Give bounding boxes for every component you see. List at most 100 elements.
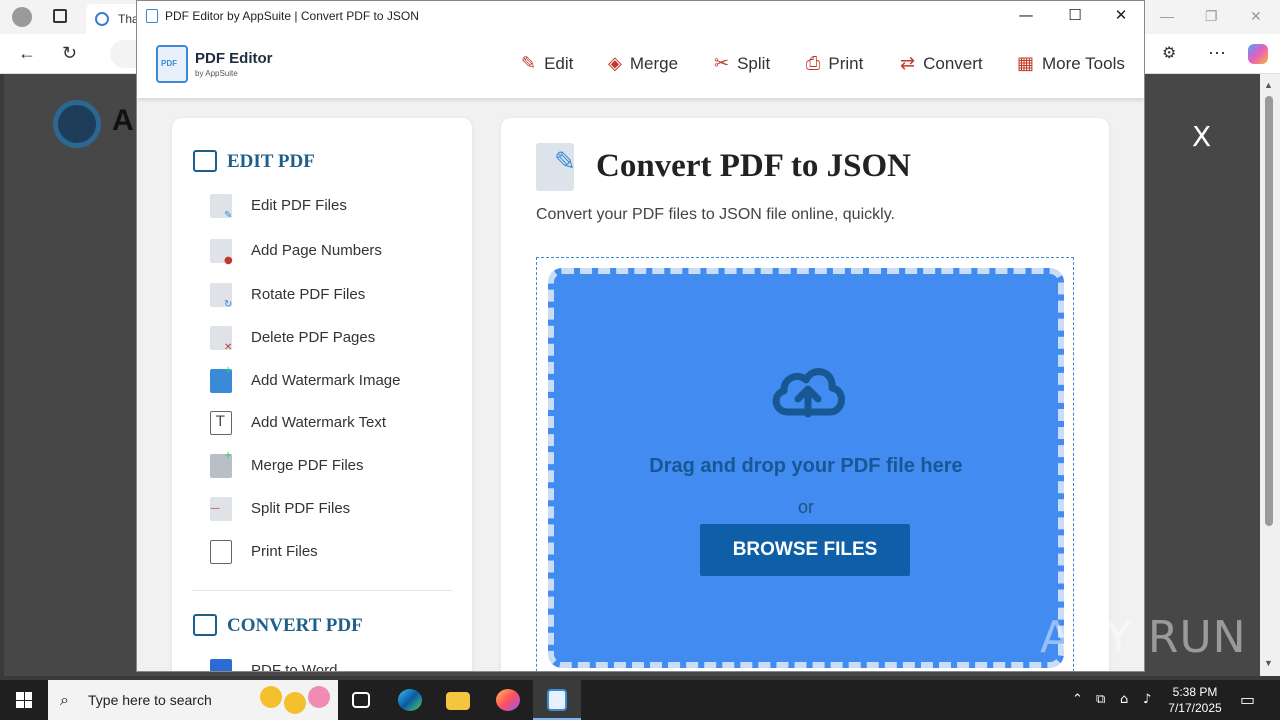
taskbar-pdf-editor[interactable] xyxy=(533,680,581,720)
task-view-icon xyxy=(352,692,370,708)
maximize-button[interactable]: ☐ xyxy=(1055,6,1095,28)
sidebar-item-split-pdf[interactable]: — Split PDF Files xyxy=(210,494,450,524)
sidebar-item-label: Split PDF Files xyxy=(251,500,351,517)
pdf-editor-icon xyxy=(547,689,567,711)
firefox-icon xyxy=(496,689,520,711)
window-titlebar: PDF Editor by AppSuite | Convert PDF to … xyxy=(137,1,1144,31)
watermark-text-icon: T xyxy=(210,411,232,435)
sidebar-item-label: Add Watermark Image xyxy=(251,372,401,389)
sidebar-item-add-page-numbers[interactable]: ● Add Page Numbers xyxy=(210,236,450,266)
search-placeholder: Type here to search xyxy=(88,692,212,708)
sidebar-item-label: Print Files xyxy=(251,543,318,560)
page-subtitle: Convert your PDF files to JSON file onli… xyxy=(536,206,895,223)
sidebar-item-watermark-text[interactable]: T Add Watermark Text xyxy=(210,408,450,438)
start-button[interactable] xyxy=(0,680,48,720)
browser-restore-icon[interactable]: ❐ xyxy=(1205,8,1218,25)
tools-sidebar: EDIT PDF ✎ Edit PDF Files ● Add Page Num… xyxy=(172,118,472,672)
browser-menu-icon[interactable]: ⋯ xyxy=(1208,43,1226,64)
nav-convert[interactable]: ⇄ Convert xyxy=(900,53,983,74)
merge-files-icon: + xyxy=(210,450,232,478)
browser-close-icon[interactable]: ✕ xyxy=(1250,8,1262,25)
nav-merge[interactable]: ◈ Merge xyxy=(608,53,678,74)
taskbar-search[interactable]: ⌕ Type here to search xyxy=(48,680,338,720)
page-title: Convert PDF to JSON xyxy=(596,148,911,184)
windows-logo-icon xyxy=(16,692,32,708)
convert-section-icon xyxy=(193,614,217,636)
extensions-icon[interactable]: ⚙ xyxy=(1162,43,1176,63)
converter-panel: ✎ Convert PDF to JSON Convert your PDF f… xyxy=(501,118,1109,671)
tray-chevron-icon[interactable]: ⌃ xyxy=(1072,692,1083,707)
app-window-icon xyxy=(146,9,158,23)
word-file-icon xyxy=(210,659,232,671)
sidebar-item-watermark-image[interactable]: + Add Watermark Image xyxy=(210,365,450,396)
tab-actions-icon[interactable] xyxy=(53,9,67,23)
taskbar-edge[interactable] xyxy=(386,680,434,720)
copilot-icon[interactable] xyxy=(1248,44,1268,64)
sidebar-item-edit-pdf[interactable]: ✎ Edit PDF Files xyxy=(210,191,450,221)
sidebar-item-label: Merge PDF Files xyxy=(251,457,364,474)
brand-name[interactable]: PDF Editor xyxy=(195,50,273,67)
taskbar-file-explorer[interactable] xyxy=(434,680,482,720)
sidebar-item-merge-pdf[interactable]: + Merge PDF Files xyxy=(210,450,450,481)
sidebar-item-delete-pages[interactable]: ✕ Delete PDF Pages xyxy=(210,323,450,353)
emoji-icon xyxy=(260,686,282,708)
sidebar-item-rotate-pdf[interactable]: ↻ Rotate PDF Files xyxy=(210,280,450,310)
taskbar: ⌕ Type here to search ⌃ ⧉ ⌂ ♪ 5:38 PM 7/… xyxy=(0,680,1280,720)
network-icon[interactable]: ⧉ xyxy=(1096,692,1105,707)
layers-icon: ◈ xyxy=(608,53,622,74)
minimize-button[interactable]: — xyxy=(1006,6,1046,28)
page-logo-icon xyxy=(53,100,101,148)
brand-subtitle: by AppSuite xyxy=(195,69,238,78)
search-icon: ⌕ xyxy=(60,690,69,709)
app-header: PDF PDF Editor by AppSuite ✎ Edit ◈ Merg… xyxy=(137,31,1144,98)
system-clock[interactable]: 5:38 PM 7/17/2025 xyxy=(1160,684,1230,716)
edit-section-title: EDIT PDF xyxy=(227,151,315,172)
pdf-logo-icon[interactable]: PDF xyxy=(156,45,188,83)
anyrun-watermark: ANY RUN xyxy=(1040,612,1247,663)
pencil-icon: ✎ xyxy=(521,53,537,74)
page-numbers-icon: ● xyxy=(210,239,233,266)
profile-avatar[interactable] xyxy=(12,7,32,27)
window-title: PDF Editor by AppSuite | Convert PDF to … xyxy=(165,9,419,23)
sidebar-item-label: Rotate PDF Files xyxy=(251,286,366,303)
notifications-icon[interactable]: ▭ xyxy=(1240,690,1255,709)
task-view-button[interactable] xyxy=(338,680,386,720)
print-files-icon xyxy=(210,540,232,564)
sidebar-item-label: PDF to Word xyxy=(251,662,338,672)
nav-more-tools[interactable]: ▦ More Tools xyxy=(1017,53,1125,74)
nav-split[interactable]: ✂ Split xyxy=(714,53,770,74)
browser-minimize-icon[interactable]: — xyxy=(1160,8,1174,24)
close-button[interactable]: ✕ xyxy=(1101,6,1141,28)
dropzone-prompt: Drag and drop your PDF file here xyxy=(649,455,963,477)
back-icon[interactable]: ← xyxy=(18,43,36,64)
overlay-close-button[interactable]: X xyxy=(1192,120,1211,153)
browser-scrollbar-thumb[interactable] xyxy=(1265,96,1273,526)
scroll-down-icon[interactable]: ▼ xyxy=(1264,658,1273,668)
nav-print[interactable]: ⎙ Print xyxy=(806,53,863,74)
nav-print-label: Print xyxy=(828,53,864,73)
taskbar-firefox[interactable] xyxy=(484,680,532,720)
refresh-icon[interactable]: ↻ xyxy=(62,43,77,64)
split-files-icon: — xyxy=(210,497,232,521)
sidebar-item-pdf-to-word[interactable]: PDF to Word xyxy=(210,656,450,672)
wifi-icon[interactable]: ⌂ xyxy=(1120,692,1128,707)
volume-icon[interactable]: ♪ xyxy=(1143,692,1151,707)
dropzone-or: or xyxy=(797,497,814,517)
edge-icon xyxy=(398,689,422,711)
browse-files-button[interactable]: BROWSE FILES xyxy=(700,524,910,576)
file-dropzone[interactable]: Drag and drop your PDF file here or BROW… xyxy=(548,268,1064,668)
sidebar-item-print-files[interactable]: Print Files xyxy=(210,537,450,567)
dropzone-frame: Drag and drop your PDF file here or BROW… xyxy=(536,257,1074,671)
emoji-icon xyxy=(284,692,306,714)
tab-favicon-icon xyxy=(95,12,109,26)
nav-more-tools-label: More Tools xyxy=(1042,53,1125,73)
delete-page-icon: ✕ xyxy=(210,326,232,353)
sidebar-item-label: Edit PDF Files xyxy=(251,197,347,214)
emoji-icon xyxy=(308,686,330,708)
scroll-up-icon[interactable]: ▲ xyxy=(1264,80,1273,90)
app-window: PDF Editor by AppSuite | Convert PDF to … xyxy=(136,0,1145,672)
page-logo-text: A xyxy=(112,104,134,137)
section-divider xyxy=(192,590,452,591)
nav-edit[interactable]: ✎ Edit xyxy=(521,53,573,74)
folder-icon xyxy=(446,692,470,710)
